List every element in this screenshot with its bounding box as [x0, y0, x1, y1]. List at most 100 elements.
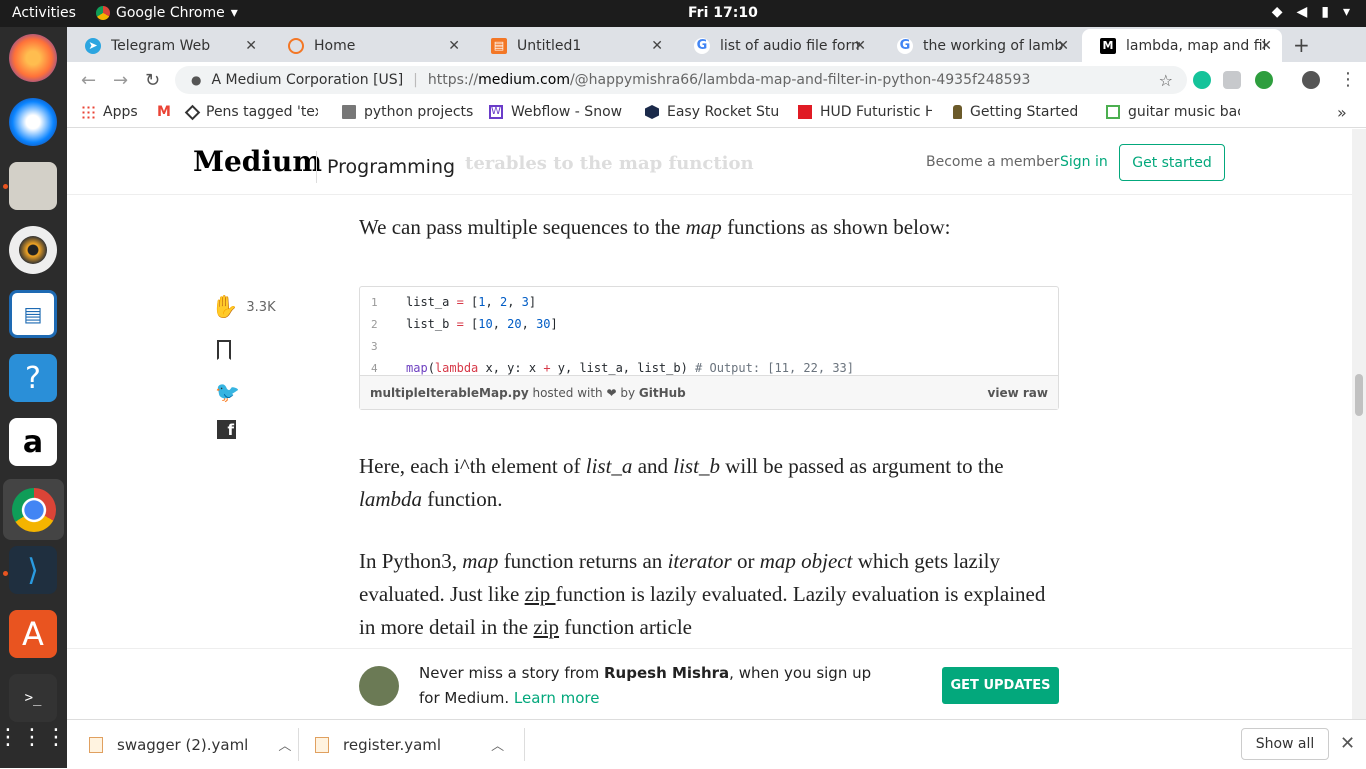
site-identity[interactable]: A Medium Corporation [US] [211, 72, 403, 88]
bookmarks-bar: Apps M Pens tagged 'tex python projects … [67, 98, 1366, 128]
author-name[interactable]: Rupesh Mishra [604, 664, 729, 682]
globe-extension-icon[interactable] [1255, 71, 1273, 89]
chrome-icon [96, 6, 110, 20]
tab-untitled[interactable]: ▤ Untitled1 ✕ [473, 29, 673, 62]
amazon-icon[interactable]: a [9, 418, 57, 466]
address-bar[interactable]: ● A Medium Corporation [US] | https:// m… [175, 66, 1187, 94]
follow-prompt: Never miss a story from Rupesh Mishra, w… [419, 664, 872, 707]
facebook-icon[interactable]: f [217, 420, 236, 439]
notebook-icon: ▤ [491, 37, 507, 54]
code-line: 3 [371, 339, 378, 353]
get-updates-button[interactable]: GET UPDATES [942, 667, 1059, 704]
thunderbird-icon[interactable] [9, 98, 57, 146]
chrome-dock-icon[interactable] [3, 479, 64, 540]
tab-strip: ➤ Telegram Web ✕ Home ✕ ▤ Untitled1 ✕ G … [67, 27, 1366, 62]
system-top-bar: Activities Google Chrome ▾ Fri 17:10 ◆ ◀… [0, 0, 1366, 27]
medium-logo[interactable]: Medium [193, 145, 322, 178]
faded-section-heading: terables to the map function [465, 153, 754, 174]
author-follow-banner: Never miss a story from Rupesh Mishra, w… [67, 648, 1352, 719]
reload-icon[interactable]: ↻ [145, 70, 160, 91]
scrollbar-thumb[interactable] [1355, 374, 1363, 416]
url-scheme: https:// [427, 72, 479, 88]
forward-icon[interactable]: → [113, 70, 128, 91]
chevron-up-icon[interactable]: ︿ [491, 735, 504, 754]
software-center-icon[interactable]: A [9, 610, 57, 658]
download-item[interactable]: register.yaml ︿ [315, 720, 504, 769]
bookmark-guitar-music[interactable]: guitar music bac [1106, 104, 1240, 120]
tab-medium-active[interactable]: M lambda, map and fil ✕ [1082, 29, 1282, 62]
close-icon[interactable]: ✕ [448, 38, 460, 54]
bookmark-easy-rocket[interactable]: Easy Rocket Stuc [645, 104, 779, 120]
sign-in-link[interactable]: Sign in [1060, 154, 1108, 170]
bookmark-codepen[interactable]: Pens tagged 'tex [184, 104, 318, 120]
gmail-icon: M [157, 104, 171, 120]
close-icon[interactable]: ✕ [245, 38, 257, 54]
gist-filename[interactable]: multipleIterableMap.py [370, 386, 529, 400]
system-tray[interactable]: ◆ ◀ ▮ ▾ [1272, 4, 1350, 20]
firefox-icon[interactable] [9, 34, 57, 82]
show-all-button[interactable]: Show all [1241, 728, 1329, 760]
bottle-icon [953, 105, 962, 119]
page-content: terables to the map function Medium Prog… [67, 129, 1352, 719]
learn-more-link[interactable]: Learn more [514, 689, 600, 707]
view-raw-link[interactable]: view raw [988, 386, 1048, 400]
tab-lambda-search[interactable]: G the working of lamb ✕ [879, 29, 1079, 62]
become-member-link[interactable]: Become a member [926, 154, 1059, 170]
close-icon[interactable]: ✕ [1340, 733, 1355, 754]
activities-button[interactable]: Activities [12, 5, 76, 21]
grammarly-icon[interactable] [1193, 71, 1211, 89]
close-icon[interactable]: ✕ [1260, 38, 1272, 54]
publication-section[interactable]: Programming [327, 156, 455, 178]
bookmark-gmail[interactable]: M [157, 104, 171, 120]
bookmark-star-icon[interactable]: ☆ [1159, 71, 1173, 90]
twitter-icon[interactable]: 🐦 [215, 380, 271, 404]
download-item[interactable]: swagger (2).yaml ︿ [89, 720, 291, 769]
toolbar: ← → ↻ ● A Medium Corporation [US] | http… [67, 62, 1366, 98]
clock[interactable]: Fri 17:10 [688, 5, 758, 21]
close-icon[interactable]: ✕ [1057, 38, 1069, 54]
tab-audio-search[interactable]: G list of audio file form ✕ [676, 29, 876, 62]
download-filename: swagger (2).yaml [117, 735, 249, 754]
show-apps-icon[interactable]: ⋮⋮⋮ [0, 713, 67, 761]
ubuntu-dock: ▤ ? a ⟩ A >_ ⋮⋮⋮ [0, 27, 67, 768]
author-avatar[interactable] [359, 666, 399, 706]
bookmark-python-projects[interactable]: python projects [342, 104, 473, 120]
medium-icon: M [1100, 37, 1116, 54]
clap-button[interactable]: ✋ 3.3K [211, 295, 276, 320]
files-icon[interactable] [9, 162, 57, 210]
help-icon[interactable]: ? [9, 354, 57, 402]
new-tab-button[interactable]: + [1293, 33, 1310, 57]
tab-home[interactable]: Home ✕ [270, 29, 470, 62]
app-menu[interactable]: Google Chrome ▾ [96, 5, 238, 21]
more-bookmarks-icon[interactable]: » [1337, 103, 1347, 122]
tab-telegram[interactable]: ➤ Telegram Web ✕ [67, 29, 267, 62]
shield-extension-icon[interactable] [1223, 71, 1241, 89]
gist-footer: multipleIterableMap.py hosted with ❤ by … [360, 375, 1058, 409]
paragraph-ith-element: Here, each i^th element of list_a and li… [359, 454, 1004, 511]
bookmark-hud-futuristic[interactable]: HUD Futuristic H [798, 104, 932, 120]
bookmark-apps[interactable]: Apps [81, 104, 138, 120]
profile-avatar[interactable] [1302, 71, 1320, 89]
jupyter-icon [288, 37, 304, 54]
paragraph-python3-map: In Python3, map function returns an iter… [359, 549, 1046, 639]
file-icon [315, 736, 329, 753]
libreoffice-writer-icon[interactable]: ▤ [9, 290, 57, 338]
code-gist: 1 list_a = [1, 2, 3] 2 list_b = [10, 20, 3… [359, 286, 1059, 410]
vscode-icon[interactable]: ⟩ [9, 546, 57, 594]
chevron-up-icon[interactable]: ︿ [278, 735, 291, 754]
more-menu-icon[interactable]: ⋮ [1339, 69, 1357, 90]
code-line: 1 list_a = [1, 2, 3] [371, 295, 537, 309]
page-scrollbar[interactable] [1352, 129, 1366, 719]
back-icon[interactable]: ← [81, 70, 96, 91]
bookmark-webflow[interactable]: W Webflow - Snow [489, 104, 623, 120]
rhythmbox-icon[interactable] [9, 226, 57, 274]
close-icon[interactable]: ✕ [854, 38, 866, 54]
zip-article-link[interactable]: zip [533, 615, 559, 639]
folder-icon [342, 105, 356, 119]
zip-link[interactable]: zip [525, 582, 556, 606]
bookmark-icon[interactable] [217, 340, 231, 360]
github-link[interactable]: GitHub [639, 386, 686, 400]
bookmark-getting-started[interactable]: Getting Started [953, 104, 1088, 120]
close-icon[interactable]: ✕ [651, 38, 663, 54]
get-started-button[interactable]: Get started [1119, 144, 1225, 181]
